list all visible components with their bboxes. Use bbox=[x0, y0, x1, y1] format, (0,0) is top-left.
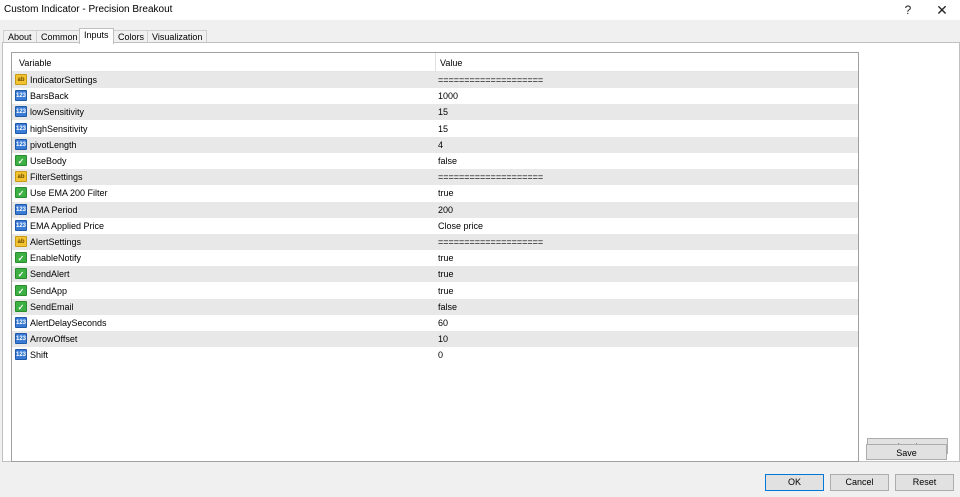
table-row[interactable]: ✓ SendEmail false bbox=[12, 298, 858, 316]
variable-name: BarsBack bbox=[30, 91, 69, 102]
boolean-type-icon: ✓ bbox=[15, 155, 27, 166]
variable-name: lowSensitivity bbox=[30, 107, 85, 118]
variable-value[interactable]: 0 bbox=[438, 350, 443, 360]
boolean-type-icon: ✓ bbox=[15, 284, 27, 296]
table-row[interactable]: 123 ArrowOffset 10 bbox=[12, 331, 858, 349]
variable-name: Shift bbox=[30, 350, 49, 361]
variable-name: AlertSettings bbox=[30, 237, 82, 247]
window-title: Custom Indicator - Precision Breakout bbox=[4, 4, 173, 15]
variable-name: Use EMA 200 Filter bbox=[30, 188, 108, 199]
grid-header: Variable Value bbox=[12, 53, 858, 72]
variable-name: SendEmail bbox=[30, 301, 74, 312]
variable-name: UseBody bbox=[30, 156, 67, 166]
variable-name: AlertDelaySeconds bbox=[30, 318, 107, 328]
table-row[interactable]: 123 BarsBack 1000 bbox=[12, 88, 858, 106]
variable-value[interactable]: false bbox=[438, 302, 457, 312]
numeric-type-icon: 123 bbox=[15, 138, 27, 150]
table-row[interactable]: 123 Shift 0 bbox=[12, 347, 858, 365]
numeric-type-icon: 123 bbox=[15, 106, 27, 118]
variable-value[interactable]: 15 bbox=[438, 124, 448, 134]
variable-value[interactable]: 10 bbox=[438, 334, 448, 344]
header-value[interactable]: Value bbox=[440, 58, 462, 68]
variable-value[interactable]: 4 bbox=[438, 140, 443, 150]
column-separator[interactable] bbox=[435, 53, 436, 71]
variable-value[interactable]: true bbox=[438, 286, 454, 296]
variable-value[interactable]: true bbox=[438, 188, 454, 198]
numeric-type-icon: 123 bbox=[15, 90, 27, 102]
variable-name: FilterSettings bbox=[30, 172, 83, 183]
table-row[interactable]: 123 pivotLength 4 bbox=[12, 136, 858, 154]
save-button[interactable]: Save bbox=[866, 444, 947, 460]
string-type-icon: ab bbox=[15, 171, 27, 183]
variable-name: highSensitivity bbox=[30, 123, 88, 134]
table-row[interactable]: ab AlertSettings ==================== bbox=[12, 234, 858, 251]
variable-name: IndicatorSettings bbox=[30, 75, 98, 85]
variable-value[interactable]: 15 bbox=[438, 107, 448, 117]
numeric-type-icon: 123 bbox=[15, 333, 27, 345]
variable-value[interactable]: ==================== bbox=[438, 75, 543, 85]
table-row[interactable]: ✓ SendAlert true bbox=[12, 266, 858, 284]
string-type-icon: ab bbox=[15, 236, 27, 247]
inputs-grid: Variable Value ab IndicatorSettings ======… bbox=[11, 52, 859, 462]
variable-value[interactable]: Close price bbox=[438, 221, 483, 231]
table-row[interactable]: 123 EMA Period 200 bbox=[12, 201, 858, 219]
table-row[interactable]: ✓ EnableNotify true bbox=[12, 250, 858, 268]
table-row[interactable]: ✓ SendApp true bbox=[12, 283, 858, 300]
table-row[interactable]: ✓ Use EMA 200 Filter true bbox=[12, 185, 858, 203]
close-button[interactable]: ✕ bbox=[928, 1, 956, 19]
variable-name: SendAlert bbox=[30, 269, 70, 280]
variable-value[interactable]: false bbox=[438, 156, 457, 166]
help-button[interactable]: ? bbox=[894, 1, 922, 19]
table-row[interactable]: 123 lowSensitivity 15 bbox=[12, 104, 858, 122]
numeric-type-icon: 123 bbox=[15, 122, 27, 134]
numeric-type-icon: 123 bbox=[15, 203, 27, 215]
variable-value[interactable]: true bbox=[438, 253, 454, 263]
table-row[interactable]: ab FilterSettings ==================== bbox=[12, 169, 858, 187]
variable-name: EMA Period bbox=[30, 204, 78, 215]
ok-button[interactable]: OK bbox=[765, 474, 824, 491]
numeric-type-icon: 123 bbox=[15, 219, 27, 231]
string-type-icon: ab bbox=[15, 74, 27, 85]
variable-value[interactable]: 200 bbox=[438, 205, 453, 215]
variable-name: ArrowOffset bbox=[30, 334, 78, 345]
table-row[interactable]: ✓ UseBody false bbox=[12, 153, 858, 170]
reset-button[interactable]: Reset bbox=[895, 474, 954, 491]
table-row[interactable]: ab IndicatorSettings ==================== bbox=[12, 72, 858, 89]
variable-value[interactable]: ==================== bbox=[438, 237, 543, 247]
dialog-body: About Common Inputs Colors Visualization… bbox=[0, 20, 960, 497]
numeric-type-icon: 123 bbox=[15, 349, 27, 361]
variable-value[interactable]: ==================== bbox=[438, 172, 543, 182]
variable-name: EMA Applied Price bbox=[30, 220, 105, 231]
boolean-type-icon: ✓ bbox=[15, 300, 27, 312]
variable-name: EnableNotify bbox=[30, 253, 82, 264]
table-row[interactable]: 123 highSensitivity 15 bbox=[12, 121, 858, 138]
variable-value[interactable]: 60 bbox=[438, 318, 448, 328]
variable-name: pivotLength bbox=[30, 139, 77, 150]
boolean-type-icon: ✓ bbox=[15, 252, 27, 264]
boolean-type-icon: ✓ bbox=[15, 268, 27, 280]
tab-inputs[interactable]: Inputs bbox=[79, 28, 114, 44]
cancel-button[interactable]: Cancel bbox=[830, 474, 889, 491]
header-variable[interactable]: Variable bbox=[19, 58, 51, 68]
variable-value[interactable]: 1000 bbox=[438, 91, 458, 101]
boolean-type-icon: ✓ bbox=[15, 187, 27, 199]
variable-name: SendApp bbox=[30, 285, 68, 296]
inputs-panel: Variable Value ab IndicatorSettings ======… bbox=[2, 42, 960, 462]
table-row[interactable]: 123 EMA Applied Price Close price bbox=[12, 218, 858, 235]
numeric-type-icon: 123 bbox=[15, 317, 27, 328]
table-row[interactable]: 123 AlertDelaySeconds 60 bbox=[12, 315, 858, 332]
variable-value[interactable]: true bbox=[438, 269, 454, 279]
title-bar: Custom Indicator - Precision Breakout ? … bbox=[0, 0, 960, 20]
